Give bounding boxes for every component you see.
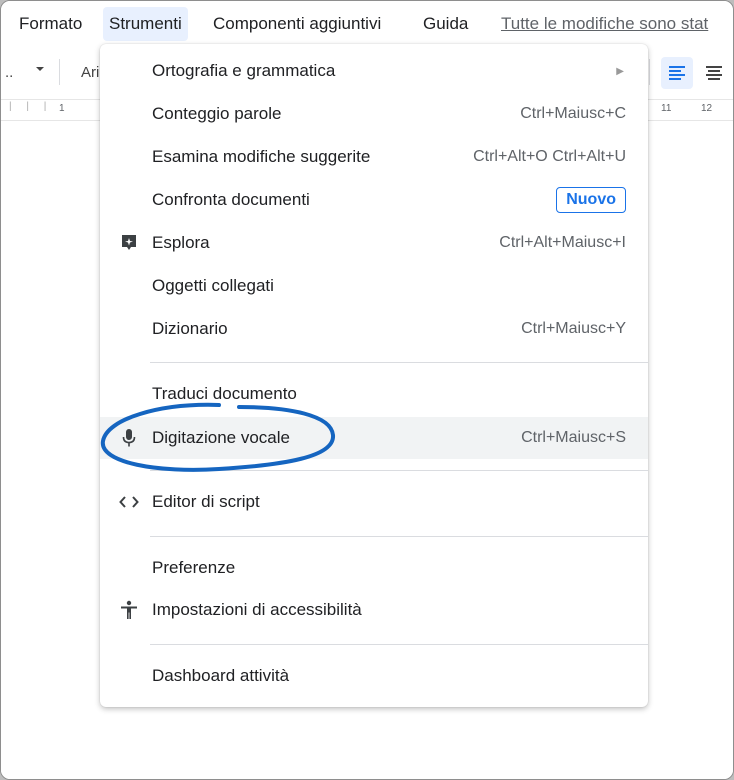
menu-guida[interactable]: Guida [417, 7, 474, 41]
app-window: Formato Strumenti Componenti aggiuntivi … [0, 0, 734, 780]
menu-item-label: Dizionario [152, 319, 228, 338]
explore-icon [118, 232, 140, 254]
menu-item-label: Traduci documento [152, 384, 297, 403]
tools-dropdown-menu: Ortografia e grammatica ▶ Conteggio paro… [100, 44, 648, 707]
menu-item-label: Conteggio parole [152, 104, 282, 123]
menu-item-label: Editor di script [152, 492, 260, 511]
menu-item-shortcut: Ctrl+Maiusc+C [520, 105, 626, 122]
menu-item-label: Confronta documenti [152, 190, 310, 209]
menu-item-esplora[interactable]: Esplora Ctrl+Alt+Maiusc+I [100, 223, 648, 263]
menu-item-shortcut: Ctrl+Alt+Maiusc+I [499, 234, 626, 251]
code-icon [118, 491, 140, 513]
menu-item-preferenze[interactable]: Preferenze [100, 548, 648, 588]
submenu-arrow-icon: ▶ [616, 65, 624, 77]
menu-item-shortcut: Ctrl+Maiusc+S [521, 429, 626, 446]
ruler-mark: 1 [59, 103, 65, 114]
menu-item-confronta-documenti[interactable]: Confronta documenti Nuovo [100, 180, 648, 220]
ruler-mark: 11 [661, 103, 672, 114]
menu-formato[interactable]: Formato [13, 7, 88, 41]
menu-item-editor-di-script[interactable]: Editor di script [100, 482, 648, 522]
menu-strumenti[interactable]: Strumenti [103, 7, 188, 41]
menu-item-conteggio-parole[interactable]: Conteggio parole Ctrl+Maiusc+C [100, 94, 648, 134]
menu-item-label: Ortografia e grammatica [152, 61, 336, 80]
menu-item-label: Esamina modifiche suggerite [152, 147, 371, 166]
align-center-icon [706, 66, 722, 80]
microphone-icon [118, 427, 140, 449]
menu-separator [150, 470, 648, 471]
align-left-button[interactable] [661, 57, 693, 89]
new-badge: Nuovo [556, 187, 626, 213]
menu-item-oggetti-collegati[interactable]: Oggetti collegati [100, 266, 648, 306]
font-selector[interactable]: Ari [81, 64, 99, 81]
ruler-mark: 12 [701, 103, 713, 114]
zoom-fragment[interactable]: .. [5, 64, 13, 81]
ruler-ticks: | | | [9, 101, 53, 112]
save-status-link[interactable]: Tutte le modifiche sono stat [501, 7, 708, 41]
toolbar-divider [649, 59, 650, 85]
menu-item-label: Preferenze [152, 558, 236, 577]
menu-bar: Formato Strumenti Componenti aggiuntivi … [1, 1, 733, 45]
menu-item-ortografia[interactable]: Ortografia e grammatica ▶ [100, 51, 648, 91]
align-left-icon [669, 66, 685, 80]
menu-item-label: Digitazione vocale [152, 428, 290, 447]
menu-item-dizionario[interactable]: Dizionario Ctrl+Maiusc+Y [100, 309, 648, 349]
menu-item-dashboard-attivita[interactable]: Dashboard attività [100, 656, 648, 696]
menu-item-digitazione-vocale[interactable]: Digitazione vocale Ctrl+Maiusc+S [100, 417, 648, 459]
menu-item-esamina-modifiche[interactable]: Esamina modifiche suggerite Ctrl+Alt+O C… [100, 137, 648, 177]
accessibility-icon [118, 599, 140, 621]
menu-item-label: Oggetti collegati [152, 276, 274, 295]
menu-componenti-aggiuntivi[interactable]: Componenti aggiuntivi [207, 7, 387, 41]
menu-separator [150, 362, 648, 363]
menu-separator [150, 536, 648, 537]
toolbar-divider [59, 59, 60, 85]
align-center-button[interactable] [701, 57, 733, 89]
menu-separator [150, 644, 648, 645]
menu-item-accessibilita[interactable]: Impostazioni di accessibilità [100, 590, 648, 630]
menu-item-traduci-documento[interactable]: Traduci documento [100, 374, 648, 414]
menu-item-shortcut: Ctrl+Maiusc+Y [521, 320, 626, 337]
menu-item-label: Esplora [152, 233, 210, 252]
menu-item-label: Dashboard attività [152, 666, 290, 685]
menu-item-shortcut: Ctrl+Alt+O Ctrl+Alt+U [473, 148, 626, 165]
chevron-down-icon[interactable] [33, 62, 47, 80]
menu-item-label: Impostazioni di accessibilità [152, 600, 362, 619]
